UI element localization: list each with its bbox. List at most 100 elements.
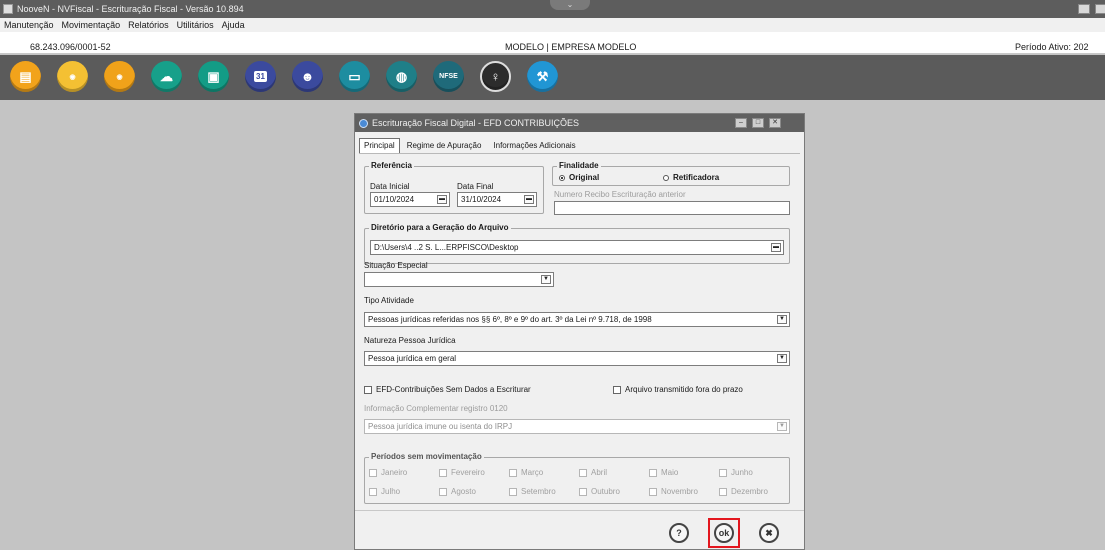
cancel-button[interactable]: ✖ <box>759 523 779 543</box>
fora-prazo-label: Arquivo transmitido fora do prazo <box>625 385 743 394</box>
data-final-field[interactable]: 31/10/2024 ▬ <box>457 192 537 207</box>
dialog-tabs: Principal Regime de Apuração Informações… <box>359 138 583 154</box>
people-icon[interactable]: ☻ <box>292 61 323 92</box>
month-label: Dezembro <box>731 487 768 496</box>
gavel-icon[interactable]: ⚒ <box>527 61 558 92</box>
close-icon: ✖ <box>765 527 773 538</box>
menu-manutencao[interactable]: Manutenção <box>4 20 54 30</box>
month-checkbox-julho[interactable]: Julho <box>369 487 400 496</box>
fora-prazo-checkbox[interactable]: Arquivo transmitido fora do prazo <box>613 385 743 394</box>
tab-informacoes-adicionais[interactable]: Informações Adicionais <box>488 138 580 154</box>
cloud-icon[interactable]: ☁ <box>151 61 182 92</box>
natureza-select[interactable]: Pessoa jurídica em geral ▼ <box>364 351 790 366</box>
chevron-down-icon[interactable]: ▼ <box>541 275 551 284</box>
coins-icon[interactable]: ◉ <box>57 61 88 92</box>
support-avatar-icon[interactable]: ♀ <box>480 61 511 92</box>
minimize-button[interactable] <box>1078 4 1090 14</box>
natureza-label: Natureza Pessoa Jurídica <box>364 336 456 345</box>
month-checkbox-fevereiro[interactable]: Fevereiro <box>439 468 485 477</box>
company-cnpj: 68.243.096/0001-52 <box>30 42 111 52</box>
data-inicial-field[interactable]: 01/10/2024 ▬ <box>370 192 450 207</box>
complementar-select[interactable]: Pessoa jurídica imune ou isenta do IRPJ … <box>364 419 790 434</box>
recibo-label: Numero Recibo Escrituração anterior <box>554 190 686 199</box>
diretorio-value: D:\Users\4 ..2 S. L...ERPFISCO\Desktop <box>374 243 519 252</box>
month-label: Outubro <box>591 487 620 496</box>
situacao-select[interactable]: ▼ <box>364 272 554 287</box>
window-title: NooveN - NVFiscal - Escrituração Fiscal … <box>17 4 244 14</box>
chevron-down-icon[interactable]: ▼ <box>777 354 787 363</box>
month-checkbox-novembro[interactable]: Novembro <box>649 487 698 496</box>
help-icon: ? <box>676 528 682 538</box>
menu-relatorios[interactable]: Relatórios <box>128 20 169 30</box>
nfse-label: NFSE <box>439 73 458 80</box>
month-label: Setembro <box>521 487 556 496</box>
chevron-down-icon[interactable]: ▼ <box>777 315 787 324</box>
radio-original[interactable]: Original <box>559 173 599 182</box>
help-button[interactable]: ? <box>669 523 689 543</box>
radio-original-label: Original <box>569 173 600 182</box>
book-icon[interactable]: ▤ <box>10 61 41 92</box>
info-bar: 68.243.096/0001-52 MODELO | EMPRESA MODE… <box>0 32 1105 54</box>
dialog-close-button[interactable]: ✕ <box>769 118 781 128</box>
month-label: Abril <box>591 468 608 477</box>
tab-regime-apuracao[interactable]: Regime de Apuração <box>402 138 487 154</box>
sem-dados-label: EFD-Contribuições Sem Dados a Escriturar <box>376 385 531 394</box>
calendar-dropdown-icon[interactable]: ▬ <box>524 195 534 204</box>
complementar-value: Pessoa jurídica imune ou isenta do IRPJ <box>368 422 513 431</box>
dialog-minimize-button[interactable]: – <box>735 118 747 128</box>
active-period: Período Ativo: 202 <box>1015 42 1089 52</box>
month-checkbox-outubro[interactable]: Outubro <box>579 487 620 496</box>
calendar-dropdown-icon[interactable]: ▬ <box>437 195 447 204</box>
month-checkbox-janeiro[interactable]: Janeiro <box>369 468 407 477</box>
database-icon[interactable]: ◍ <box>386 61 417 92</box>
tipo-atividade-select[interactable]: Pessoas jurídicas referidas nos §§ 6º, 8… <box>364 312 790 327</box>
folder-browse-icon[interactable]: ▬ <box>771 243 781 252</box>
nfse-icon[interactable]: NFSE <box>433 61 464 92</box>
chevron-down-icon[interactable]: ▼ <box>777 422 787 431</box>
coins-2-icon[interactable]: ◉ <box>104 61 135 92</box>
month-checkbox-agosto[interactable]: Agosto <box>439 487 476 496</box>
menu-ajuda[interactable]: Ajuda <box>222 20 245 30</box>
radio-original-indicator <box>559 174 565 181</box>
month-checkbox-junho[interactable]: Junho <box>719 468 753 477</box>
month-checkbox-setembro[interactable]: Setembro <box>509 487 556 496</box>
radio-retificadora-label: Retificadora <box>673 173 720 182</box>
month-label: Março <box>521 468 544 477</box>
sem-dados-checkbox[interactable]: EFD-Contribuições Sem Dados a Escriturar <box>364 385 531 394</box>
recibo-field[interactable] <box>554 201 790 215</box>
radio-retificadora-indicator <box>663 174 669 181</box>
diretorio-group: Diretório para a Geração do Arquivo D:\U… <box>364 223 790 264</box>
app-icon <box>3 4 13 14</box>
tipo-atividade-value: Pessoas jurídicas referidas nos §§ 6º, 8… <box>368 315 652 324</box>
data-final-value: 31/10/2024 <box>461 195 502 204</box>
dialog-app-icon <box>359 118 368 128</box>
calendar-day: 31 <box>254 71 267 82</box>
menu-bar: Manutenção Movimentação Relatórios Utili… <box>0 18 1105 32</box>
ok-button[interactable]: ok <box>714 523 734 543</box>
month-checkbox-marco[interactable]: Março <box>509 468 543 477</box>
month-checkbox-maio[interactable]: Maio <box>649 468 678 477</box>
calendar-icon[interactable]: 31 <box>245 61 276 92</box>
tab-principal[interactable]: Principal <box>359 138 400 154</box>
month-checkbox-abril[interactable]: Abril <box>579 468 607 477</box>
ok-icon: ok <box>718 528 730 538</box>
radio-retificadora[interactable]: Retificadora <box>663 173 719 182</box>
natureza-value: Pessoa jurídica em geral <box>368 354 457 363</box>
month-label: Julho <box>381 487 401 496</box>
menu-utilitarios[interactable]: Utilitários <box>177 20 214 30</box>
menu-movimentacao[interactable]: Movimentação <box>62 20 121 30</box>
diretorio-field[interactable]: D:\Users\4 ..2 S. L...ERPFISCO\Desktop ▬ <box>370 240 784 255</box>
maximize-button[interactable] <box>1095 4 1105 14</box>
footer-divider <box>355 510 804 511</box>
dialog-maximize-button[interactable]: □ <box>752 118 764 128</box>
chevron-down-icon[interactable]: ⌄ <box>550 0 590 10</box>
month-label: Agosto <box>451 487 476 496</box>
computer-icon[interactable]: ▭ <box>339 61 370 92</box>
complementar-label: Informação Complementar registro 0120 <box>364 404 508 413</box>
periodos-group: Períodos sem movimentação Janeiro Fevere… <box>364 452 790 504</box>
month-label: Junho <box>731 468 753 477</box>
month-checkbox-dezembro[interactable]: Dezembro <box>719 487 768 496</box>
month-label: Novembro <box>661 487 698 496</box>
clipboard-icon[interactable]: ▣ <box>198 61 229 92</box>
efd-contribuicoes-dialog: Escrituração Fiscal Digital - EFD CONTRI… <box>354 113 805 550</box>
